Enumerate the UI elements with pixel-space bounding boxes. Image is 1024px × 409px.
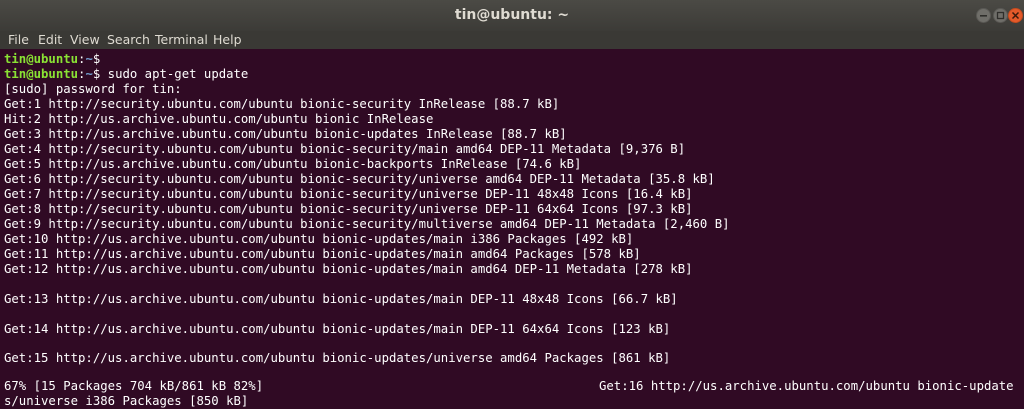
prompt-user: tin@ubuntu	[4, 67, 79, 81]
output-line: Get:3 http://us.archive.ubuntu.com/ubunt…	[4, 127, 567, 141]
progress-current-download: Get:16 http://us.archive.ubuntu.com/ubun…	[599, 379, 1014, 393]
command-text: sudo apt-get update	[100, 67, 249, 81]
minimize-icon	[980, 15, 987, 17]
prompt-path: ~	[85, 67, 93, 81]
output-line: Hit:2 http://us.archive.ubuntu.com/ubunt…	[4, 112, 434, 126]
output-line: Get:9 http://security.ubuntu.com/ubuntu …	[4, 217, 730, 231]
output-line: Get:10 http://us.archive.ubuntu.com/ubun…	[4, 232, 634, 246]
title-bar[interactable]: tin@ubuntu: ~	[0, 0, 1024, 32]
close-icon	[1011, 11, 1020, 20]
menu-bar: File Edit View Search Terminal Help	[0, 31, 1024, 49]
menu-search[interactable]: Search	[107, 31, 150, 49]
prompt-symbol: $	[92, 52, 101, 66]
output-line: Get:8 http://security.ubuntu.com/ubuntu …	[4, 202, 693, 216]
window-title: tin@ubuntu: ~	[454, 7, 570, 23]
output-line: Get:1 http://security.ubuntu.com/ubuntu …	[4, 97, 560, 111]
terminal-output[interactable]: tin@ubuntu:~$ tin@ubuntu:~$ sudo apt-get…	[0, 49, 1024, 409]
sudo-prompt: [sudo] password for tin:	[4, 82, 182, 96]
close-button[interactable]	[1008, 8, 1023, 23]
progress-wrap-line: s/universe i386 Packages [850 kB]	[4, 394, 249, 408]
output-line: Get:6 http://security.ubuntu.com/ubuntu …	[4, 172, 715, 186]
output-line: Get:14 http://us.archive.ubuntu.com/ubun…	[4, 322, 671, 336]
output-line: Get:11 http://us.archive.ubuntu.com/ubun…	[4, 247, 641, 261]
menu-terminal[interactable]: Terminal	[155, 31, 208, 49]
prompt-user: tin@ubuntu	[4, 52, 79, 66]
menu-view[interactable]: View	[70, 31, 100, 49]
output-line: Get:15 http://us.archive.ubuntu.com/ubun…	[4, 351, 671, 365]
menu-help[interactable]: Help	[213, 31, 242, 49]
menu-edit[interactable]: Edit	[38, 31, 62, 49]
command-line: tin@ubuntu:~$ sudo apt-get update	[4, 67, 248, 82]
output-line: Get:13 http://us.archive.ubuntu.com/ubun…	[4, 292, 678, 306]
terminal-window: tin@ubuntu: ~ File Edit View Search Term…	[0, 0, 1024, 409]
minimize-button[interactable]	[976, 8, 991, 23]
prompt-path: ~	[85, 52, 93, 66]
progress-status: 67% [15 Packages 704 kB/861 kB 82%]	[4, 379, 264, 393]
output-line: Get:4 http://security.ubuntu.com/ubuntu …	[4, 142, 686, 156]
menu-file[interactable]: File	[8, 31, 29, 49]
output-line: Get:5 http://us.archive.ubuntu.com/ubunt…	[4, 157, 582, 171]
prompt-line: tin@ubuntu:~$	[4, 52, 100, 67]
maximize-icon	[996, 11, 1005, 20]
output-line: Get:7 http://security.ubuntu.com/ubuntu …	[4, 187, 693, 201]
output-line: Get:12 http://us.archive.ubuntu.com/ubun…	[4, 262, 693, 276]
maximize-button[interactable]	[993, 8, 1008, 23]
